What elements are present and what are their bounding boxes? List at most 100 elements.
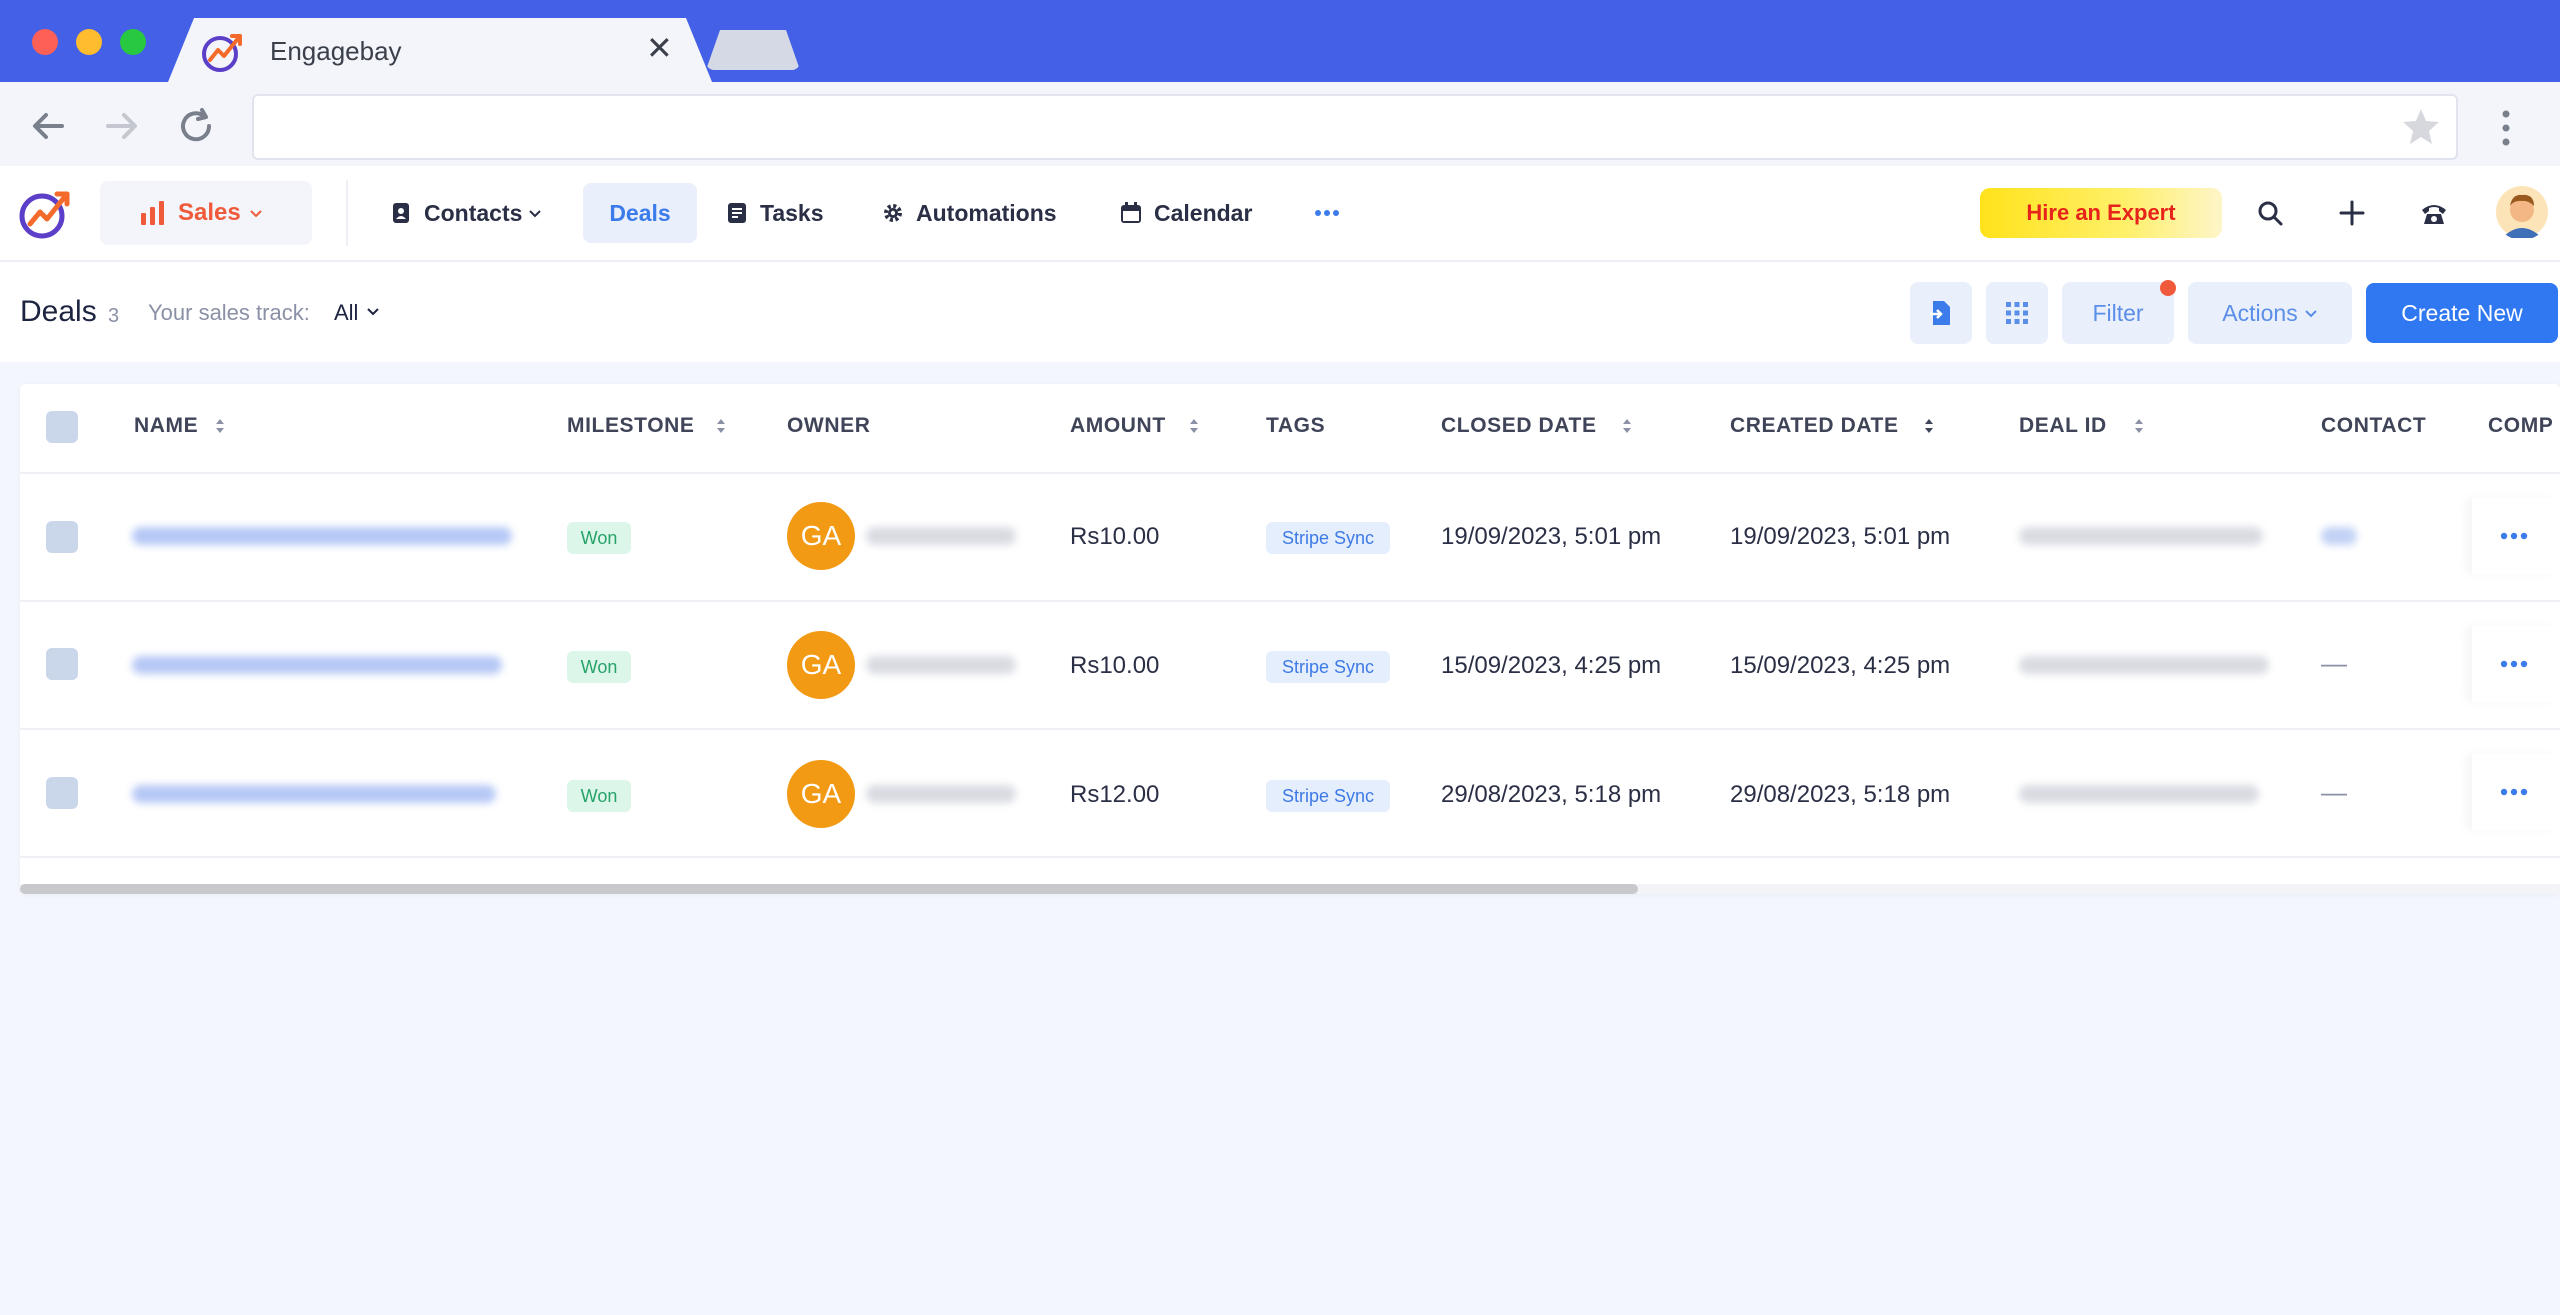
deal-name-link[interactable] [132, 785, 496, 803]
sort-icon[interactable] [2133, 416, 2145, 436]
window-close-button[interactable] [32, 29, 58, 55]
new-tab-button[interactable] [706, 30, 800, 70]
created-date-cell: 15/09/2023, 4:25 pm [1730, 652, 1951, 679]
app-logo-icon[interactable] [18, 186, 74, 242]
row-divider [20, 728, 2560, 730]
nav-tasks-label: Tasks [760, 199, 824, 226]
nav-tasks[interactable]: Tasks [726, 183, 824, 243]
chevron-down-icon [250, 210, 262, 218]
milestone-badge: Won [567, 522, 631, 554]
column-label: CONTACT [2321, 414, 2427, 437]
contact-empty: — [2321, 648, 2347, 678]
nav-more-icon[interactable] [1314, 183, 1340, 243]
phone-icon[interactable] [2414, 193, 2454, 233]
column-header-tags[interactable]: TAGS [1266, 414, 1325, 438]
nav-calendar[interactable]: Calendar [1120, 183, 1252, 243]
column-header-owner[interactable]: OWNER [787, 414, 871, 438]
column-header-amount[interactable]: AMOUNT [1070, 414, 1200, 438]
column-label: TAGS [1266, 414, 1326, 437]
row-actions-icon[interactable] [2472, 754, 2556, 830]
contacts-icon [390, 202, 412, 224]
filter-indicator [2160, 280, 2176, 296]
tag-badge: Stripe Sync [1266, 651, 1390, 683]
create-new-button[interactable]: Create New [2366, 283, 2558, 343]
closed-date-cell: 19/09/2023, 5:01 pm [1441, 523, 1662, 550]
search-icon[interactable] [2250, 193, 2290, 233]
gear-icon [882, 202, 904, 224]
bookmark-star-icon[interactable] [2400, 106, 2442, 148]
calendar-icon [1120, 202, 1142, 224]
hire-an-expert-button[interactable]: Hire an Expert [1980, 188, 2222, 238]
column-header-milestone[interactable]: MILESTONE [567, 414, 727, 438]
closed-date-cell: 15/09/2023, 4:25 pm [1441, 652, 1662, 679]
row-actions-icon[interactable] [2472, 626, 2556, 702]
row-checkbox[interactable] [46, 521, 78, 553]
owner-avatar: GA [787, 631, 855, 699]
column-header-company[interactable]: COMP [2488, 414, 2553, 438]
browser-menu-icon[interactable] [2496, 108, 2516, 148]
column-header-contact[interactable]: CONTACT [2321, 414, 2426, 438]
grid-icon [2006, 302, 2028, 324]
closed-date-cell: 29/08/2023, 5:18 pm [1441, 781, 1662, 808]
user-avatar[interactable] [2494, 184, 2550, 240]
reload-icon[interactable] [174, 104, 218, 148]
actions-dropdown[interactable]: Actions [2188, 282, 2352, 344]
owner-name [866, 656, 1016, 674]
sort-icon[interactable] [715, 416, 727, 436]
column-header-deal-id[interactable]: DEAL ID [2019, 414, 2145, 438]
filter-button[interactable]: Filter [2062, 282, 2174, 344]
row-divider [20, 472, 2560, 474]
row-checkbox[interactable] [46, 777, 78, 809]
module-switcher-sales[interactable]: Sales [100, 181, 312, 245]
column-header-created-date[interactable]: CREATED DATE [1730, 414, 1935, 438]
back-icon[interactable] [26, 104, 70, 148]
grid-view-button[interactable] [1986, 282, 2048, 344]
column-header-name[interactable]: NAME [134, 414, 226, 438]
header-divider [346, 180, 348, 246]
sort-icon[interactable] [1621, 416, 1633, 436]
deals-table [20, 384, 2560, 894]
nav-deals[interactable]: Deals [583, 183, 697, 243]
window-minimize-button[interactable] [76, 29, 102, 55]
amount-cell: Rs12.00 [1070, 781, 1160, 808]
row-actions-icon[interactable] [2472, 498, 2556, 574]
forward-icon[interactable] [100, 104, 144, 148]
deal-name-link[interactable] [132, 527, 512, 545]
column-label: CREATED DATE [1730, 414, 1899, 437]
sort-icon[interactable] [1923, 416, 1935, 436]
sort-icon[interactable] [1188, 416, 1200, 436]
row-divider [20, 600, 2560, 602]
tag-badge: Stripe Sync [1266, 780, 1390, 812]
owner-avatar: GA [787, 760, 855, 828]
row-divider [20, 856, 2560, 858]
column-header-closed-date[interactable]: CLOSED DATE [1441, 414, 1633, 438]
amount-cell: Rs10.00 [1070, 523, 1160, 550]
horizontal-scrollbar-thumb[interactable] [20, 884, 1638, 894]
select-all-checkbox[interactable] [46, 411, 78, 443]
row-checkbox[interactable] [46, 648, 78, 680]
window-maximize-button[interactable] [120, 29, 146, 55]
add-icon[interactable] [2332, 193, 2372, 233]
nav-contacts-label: Contacts [424, 199, 523, 226]
tab-title: Engagebay [270, 36, 402, 66]
browser-tab-active[interactable] [168, 18, 712, 82]
milestone-badge: Won [567, 651, 631, 683]
column-label: AMOUNT [1070, 414, 1166, 437]
owner-name [866, 527, 1016, 545]
created-date-cell: 29/08/2023, 5:18 pm [1730, 781, 1951, 808]
tab-close-icon[interactable]: ✕ [646, 32, 673, 64]
chevron-down-icon[interactable] [366, 304, 380, 318]
nav-automations[interactable]: Automations [882, 183, 1057, 243]
address-bar[interactable] [252, 94, 2458, 160]
owner-name [866, 785, 1016, 803]
deal-name-link[interactable] [132, 656, 502, 674]
import-button[interactable] [1910, 282, 1972, 344]
chevron-down-icon [2305, 310, 2317, 318]
sales-track-select[interactable]: All [334, 300, 358, 326]
contact-link[interactable] [2321, 527, 2357, 545]
sort-icon[interactable] [214, 416, 226, 436]
nav-contacts[interactable]: Contacts [390, 183, 542, 243]
page-title: Deals [20, 295, 97, 328]
column-label: CLOSED DATE [1441, 414, 1597, 437]
contact-empty: — [2321, 777, 2347, 807]
